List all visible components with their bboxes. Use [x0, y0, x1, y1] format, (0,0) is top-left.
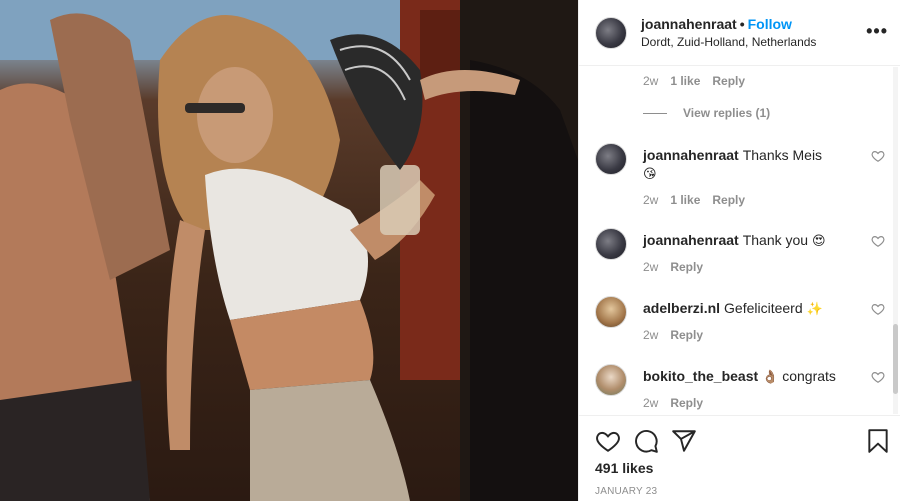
comment-item: joannahenraat Thanks Meis 😘 2w 1 like Reply	[595, 143, 885, 213]
comment-list: 2w 1 like Reply View replies (1) joannahen…	[579, 67, 891, 414]
comment-heart-icon[interactable]	[871, 234, 885, 248]
commenter-avatar[interactable]	[595, 228, 627, 260]
commenter-username[interactable]: adelberzi.nl	[643, 300, 720, 316]
comment-item: adelberzi.nl Gefeliciteerd ✨ 2w Reply	[595, 296, 885, 356]
comments-scrollbar[interactable]	[893, 67, 898, 414]
comment-emoji: 😍	[811, 234, 826, 249]
post-header: joannahenraat • Follow Dordt, Zuid-Holland…	[579, 0, 900, 66]
location-link[interactable]: Dordt, Zuid-Holland, Netherlands	[641, 35, 816, 49]
replies-divider	[643, 112, 667, 114]
comment-heart-icon[interactable]	[871, 149, 885, 163]
comment-emoji: 😘	[643, 167, 657, 182]
comment-body: Thank you	[742, 232, 809, 248]
commenter-username[interactable]: bokito_the_beast	[643, 368, 758, 384]
comment-text: joannahenraat Thank you 😍	[643, 231, 853, 251]
reply-button[interactable]: Reply	[670, 396, 703, 410]
comment-text: adelberzi.nl Gefeliciteerd ✨	[643, 299, 853, 319]
photo-illustration	[0, 0, 578, 501]
comment-emoji: ✨	[806, 302, 823, 317]
post-date: JANUARY 23	[595, 486, 658, 497]
comment-age: 2w	[643, 328, 659, 342]
comment-item: bokito_the_beast 👌🏽 congrats 2w Reply	[595, 364, 885, 414]
comment-body: Thanks Meis	[742, 147, 823, 163]
comment-age: 2w	[643, 74, 659, 88]
share-icon[interactable]	[671, 428, 697, 454]
commenter-username[interactable]: joannahenraat	[643, 147, 739, 163]
post-photo[interactable]	[0, 0, 578, 501]
author-info: joannahenraat • Follow Dordt, Zuid-Holland…	[641, 16, 816, 49]
comment-age: 2w	[643, 193, 659, 207]
likes-count[interactable]: 491 likes	[595, 460, 653, 476]
commenter-avatar[interactable]	[595, 364, 627, 396]
comment-text: joannahenraat Thanks Meis 😘	[643, 146, 853, 184]
author-line: joannahenraat • Follow	[641, 16, 816, 32]
comment-body: congrats	[782, 368, 836, 384]
comment-meta: 2w Reply	[643, 328, 715, 342]
comment-emoji: 👌🏽	[762, 370, 779, 385]
commenter-avatar[interactable]	[595, 296, 627, 328]
more-options-icon[interactable]: •••	[866, 22, 888, 40]
reply-button[interactable]: Reply	[712, 193, 745, 207]
comment-age: 2w	[643, 396, 659, 410]
reply-button[interactable]: Reply	[670, 328, 703, 342]
post-actions: 491 likes JANUARY 23	[579, 415, 900, 502]
follow-button[interactable]: Follow	[748, 16, 792, 32]
comment-item: joannahenraat Thank you 😍 2w Reply	[595, 228, 885, 288]
comment-likes[interactable]: 1 like	[670, 74, 700, 88]
separator-dot: •	[739, 16, 745, 32]
comment-meta: 2w Reply	[643, 396, 715, 410]
comment-heart-icon[interactable]	[871, 370, 885, 384]
commenter-username[interactable]: joannahenraat	[643, 232, 739, 248]
bookmark-icon[interactable]	[865, 428, 891, 454]
comment-likes[interactable]: 1 like	[670, 193, 700, 207]
heart-icon[interactable]	[595, 428, 621, 454]
comment-icon[interactable]	[633, 428, 659, 454]
comment-heart-icon[interactable]	[871, 302, 885, 316]
view-replies-button[interactable]: View replies (1)	[643, 106, 770, 120]
comment-text: bokito_the_beast 👌🏽 congrats	[643, 367, 873, 387]
comment-body: Gefeliciteerd	[724, 300, 803, 316]
comment-meta: 2w 1 like Reply	[643, 193, 757, 207]
comment-meta: 2w Reply	[643, 260, 715, 274]
comment-meta: 2w 1 like Reply	[643, 74, 757, 88]
view-replies-label: View replies (1)	[683, 106, 771, 120]
comment-age: 2w	[643, 260, 659, 274]
instagram-post: joannahenraat • Follow Dordt, Zuid-Holland…	[0, 0, 900, 501]
post-sidebar: joannahenraat • Follow Dordt, Zuid-Holland…	[578, 0, 900, 501]
reply-button[interactable]: Reply	[712, 74, 745, 88]
author-avatar[interactable]	[595, 16, 627, 49]
reply-button[interactable]: Reply	[670, 260, 703, 274]
commenter-avatar[interactable]	[595, 143, 627, 175]
scrollbar-thumb[interactable]	[893, 324, 898, 394]
author-username[interactable]: joannahenraat	[641, 16, 737, 32]
